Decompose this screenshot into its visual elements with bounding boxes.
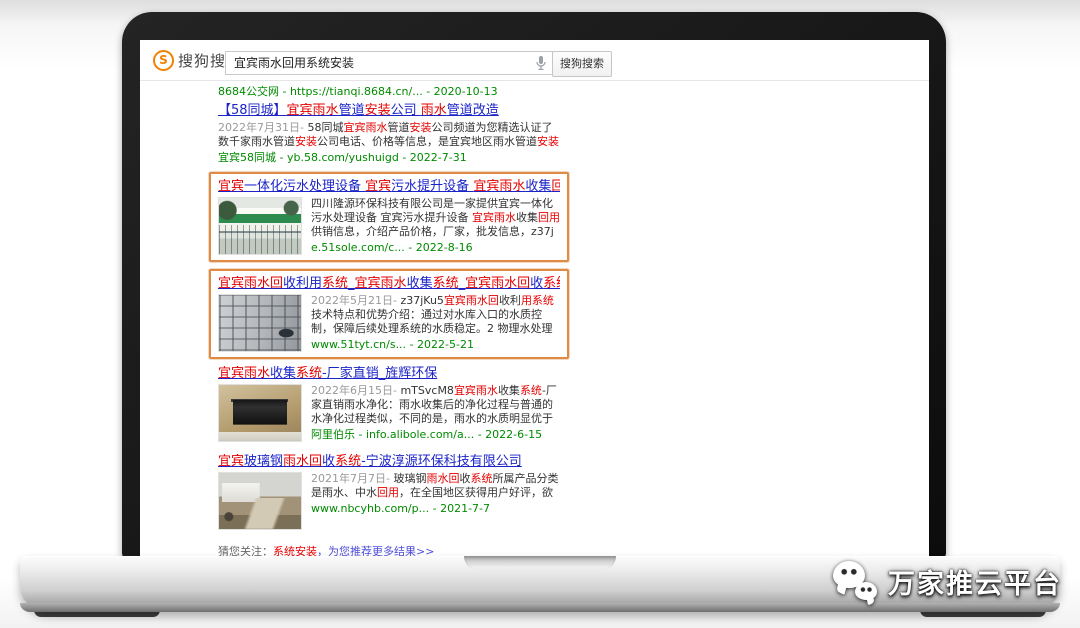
watermark: 万家推云平台 — [833, 554, 1062, 608]
search-result-1: 【58同城】宜宾雨水管道安装公司 雨水管道改造 2022年7月31日- 58同城… — [218, 103, 560, 165]
sogou-s-icon: S — [153, 50, 174, 71]
result-description: 四川隆源环保科技有限公司是一家提供宜宾一体化污水处理设备 宜宾污水提升设备 宜宾… — [311, 197, 560, 239]
wechat-icon — [833, 559, 881, 603]
browser-viewport: S 搜狗搜索 宜宾雨水回用系统安装 搜狗搜索 8684公交网 - https:/… — [140, 40, 929, 557]
result-description: 2021年7月7日- 玻璃钢雨水回收系统所属产品分类是雨水、中水回用，在全国地区… — [311, 472, 560, 500]
result-thumbnail-facility[interactable] — [218, 197, 302, 255]
search-result-4: 宜宾雨水收集系统-厂家直销_旌辉环保 2022年6月15日- mTSvcM8宜宾… — [218, 366, 560, 442]
microphone-icon[interactable] — [535, 55, 547, 71]
result-thumbnail-collection-module[interactable] — [218, 384, 302, 442]
result-title[interactable]: 宜宾雨水回收利用系统_宜宾雨水收集系统_宜宾雨水回收系统_环保行... — [218, 276, 560, 291]
search-result-3: 宜宾雨水回收利用系统_宜宾雨水收集系统_宜宾雨水回收系统_环保行... 2022… — [218, 276, 560, 352]
watermark-text: 万家推云平台 — [888, 562, 1062, 601]
result-source: e.51sole.com/c... - 2022-8-16 — [311, 241, 560, 255]
highlight-box-2: 宜宾雨水回收利用系统_宜宾雨水收集系统_宜宾雨水回收系统_环保行... 2022… — [209, 269, 569, 359]
search-button[interactable]: 搜狗搜索 — [552, 51, 612, 77]
search-result-2: 宜宾一体化污水处理设备 宜宾污水提升设备 宜宾雨水收集回用 四川隆源环保科技有限… — [218, 179, 560, 255]
result-title[interactable]: 宜宾雨水收集系统-厂家直销_旌辉环保 — [218, 366, 560, 381]
search-input[interactable]: 宜宾雨水回用系统安装 — [225, 51, 561, 75]
laptop-screen-bezel: S 搜狗搜索 宜宾雨水回用系统安装 搜狗搜索 8684公交网 - https:/… — [122, 12, 946, 559]
result-description: 2022年5月21日- z37jKu5宜宾雨水回收利用系统技术特点和优势介绍：通… — [311, 294, 560, 336]
result-thumbnail-construction-site[interactable] — [218, 472, 302, 530]
result-title[interactable]: 宜宾玻璃钢雨水回收系统-宁波淳源环保科技有限公司 — [218, 454, 560, 469]
result-source: www.nbcyhb.com/p... - 2021-7-7 — [311, 502, 560, 516]
result-thumbnail-water-tanks[interactable] — [218, 294, 302, 352]
result-source: www.51tyt.cn/s... - 2022-5-21 — [311, 338, 560, 352]
result-description: 2022年7月31日- 58同城宜宾雨水管道安装公司频道为您精选认证了数千家雨水… — [218, 121, 560, 149]
result-source: 阿里伯乐 - info.alibole.com/a... - 2022-6-15 — [311, 428, 560, 442]
result-title[interactable]: 宜宾一体化污水处理设备 宜宾污水提升设备 宜宾雨水收集回用 — [218, 179, 560, 194]
search-results: 8684公交网 - https://tianqi.8684.cn/... - 2… — [218, 81, 560, 557]
partial-result-source: 8684公交网 - https://tianqi.8684.cn/... - 2… — [218, 81, 560, 99]
result-source: 宜宾58同城 - yb.58.com/yushuigd - 2022-7-31 — [218, 151, 560, 165]
result-description: 2022年6月15日- mTSvcM8宜宾雨水收集系统-厂家直销雨水净化：雨水收… — [311, 384, 560, 426]
search-result-5: 宜宾玻璃钢雨水回收系统-宁波淳源环保科技有限公司 2021年7月7日- 玻璃钢雨… — [218, 454, 560, 530]
search-header: S 搜狗搜索 宜宾雨水回用系统安装 搜狗搜索 — [140, 40, 929, 81]
result-title[interactable]: 【58同城】宜宾雨水管道安装公司 雨水管道改造 — [218, 103, 560, 118]
highlight-box-1: 宜宾一体化污水处理设备 宜宾污水提升设备 宜宾雨水收集回用 四川隆源环保科技有限… — [209, 172, 569, 262]
